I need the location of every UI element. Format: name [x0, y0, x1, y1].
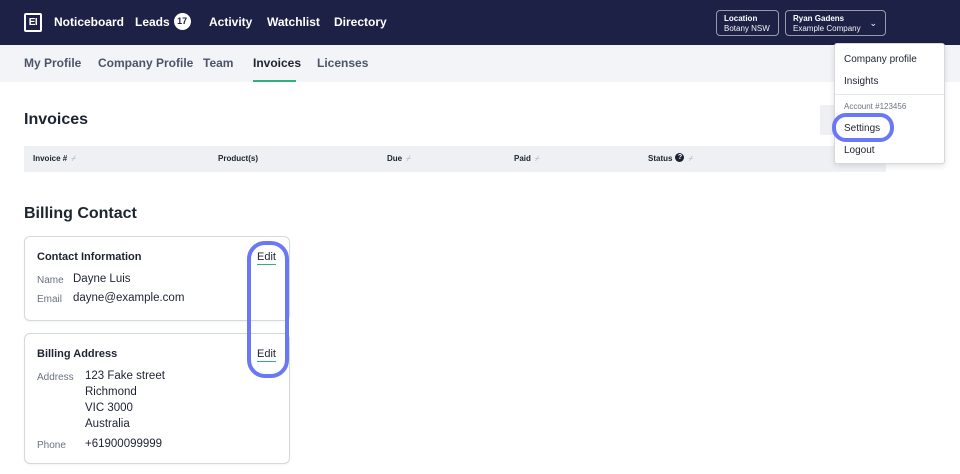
nav-leads-label: Leads [135, 15, 170, 29]
leads-count-badge: 17 [173, 13, 191, 31]
location-label: Location [724, 14, 758, 23]
sort-icon: ⌿ [406, 154, 411, 163]
column-invoice-number[interactable]: Invoice # ⌿ [33, 146, 76, 172]
nav-directory[interactable]: Directory [334, 0, 387, 45]
sort-icon: ⌿ [71, 154, 77, 163]
tab-licenses[interactable]: Licenses [317, 45, 368, 82]
nav-activity[interactable]: Activity [209, 0, 252, 45]
edit-contact-button[interactable]: Edit [257, 251, 276, 265]
column-label: Status [648, 154, 673, 163]
column-label: Invoice # [33, 154, 68, 163]
active-tab-indicator [253, 80, 296, 82]
contact-information-card: Contact Information Edit Name Dayne Luis… [24, 236, 290, 321]
contact-name: Dayne Luis [73, 273, 131, 285]
billing-address-card: Billing Address Edit Address 123 Fake st… [24, 333, 290, 464]
tab-my-profile[interactable]: My Profile [24, 45, 81, 82]
account-company: Example Company [793, 24, 861, 33]
tab-team[interactable]: Team [203, 45, 233, 82]
profile-tabs: My Profile Company Profile Team Invoices… [0, 45, 960, 82]
address-label: Address [37, 372, 74, 383]
menu-item-insights[interactable]: Insights [844, 76, 878, 87]
location-value: Botany NSW [724, 24, 770, 33]
tab-invoices[interactable]: Invoices [253, 45, 301, 82]
phone-value: +61900099999 [85, 438, 163, 450]
menu-divider [835, 94, 944, 95]
app-logo[interactable]: EI [24, 13, 42, 32]
column-status[interactable]: Status? ⌿ [648, 146, 693, 172]
nav-watchlist[interactable]: Watchlist [267, 0, 320, 45]
column-paid[interactable]: Paid ⌿ [514, 146, 540, 172]
contact-email: dayne@example.com [73, 292, 185, 304]
card-title: Contact Information [37, 251, 142, 263]
column-due[interactable]: Due ⌿ [387, 146, 411, 172]
account-menu-button[interactable]: Ryan Gadens Example Company ⌄ [785, 10, 886, 36]
email-label: Email [37, 294, 63, 305]
help-icon[interactable]: ? [675, 153, 685, 163]
chevron-down-icon: ⌄ [869, 18, 877, 28]
address-line: VIC 3000 [85, 402, 133, 414]
nav-leads[interactable]: Leads 17 [135, 0, 191, 45]
invoices-title: Invoices [24, 111, 89, 128]
menu-item-settings[interactable]: Settings [844, 123, 880, 134]
column-products: Product(s) [218, 154, 258, 163]
sort-icon: ⌿ [534, 154, 540, 163]
address-line: 123 Fake street [85, 370, 165, 382]
account-number: Account #123456 [844, 102, 907, 111]
menu-item-company-profile[interactable]: Company profile [844, 54, 917, 65]
top-nav-bar: EI Noticeboard Leads 17 Activity Watchlis… [0, 0, 960, 45]
column-label: Paid [514, 154, 531, 163]
location-selector[interactable]: Location Botany NSW [716, 10, 779, 36]
card-title: Billing Address [37, 348, 118, 360]
edit-address-button[interactable]: Edit [257, 348, 276, 362]
account-dropdown-menu: Company profile Insights Account #123456… [834, 43, 945, 164]
nav-noticeboard[interactable]: Noticeboard [54, 0, 124, 45]
tab-company-profile[interactable]: Company Profile [98, 45, 193, 82]
billing-contact-title: Billing Contact [24, 205, 137, 222]
invoices-table-header: Invoice # ⌿ Product(s) Due ⌿ Paid ⌿ Status?… [24, 146, 886, 172]
address-line: Richmond [85, 386, 137, 398]
phone-label: Phone [37, 440, 66, 451]
menu-item-logout[interactable]: Logout [844, 145, 875, 156]
address-line: Australia [85, 418, 130, 430]
sort-icon: ⌿ [688, 154, 694, 163]
name-label: Name [37, 275, 64, 286]
column-label: Due [387, 154, 403, 163]
account-name: Ryan Gadens [793, 14, 845, 23]
